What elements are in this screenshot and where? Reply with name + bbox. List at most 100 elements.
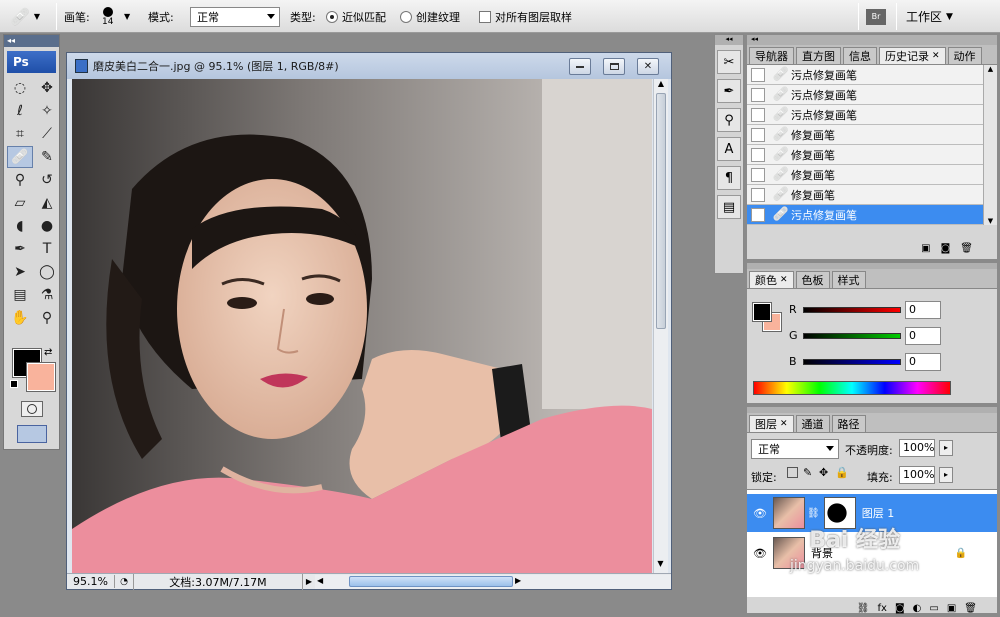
workspace-button[interactable]: 工作区 ▼ bbox=[906, 0, 953, 33]
horizontal-scrollbar[interactable]: ◀ ▶ bbox=[315, 574, 671, 589]
history-item[interactable]: 🩹 修复画笔 bbox=[747, 165, 997, 185]
scroll-down-icon[interactable]: ▼ bbox=[654, 559, 667, 573]
eraser-tool-icon[interactable]: ▱ bbox=[7, 192, 33, 214]
shape-tool-icon[interactable]: ◯ bbox=[34, 261, 60, 283]
scroll-down-icon[interactable]: ▼ bbox=[984, 217, 997, 225]
screen-mode-icon[interactable] bbox=[17, 425, 47, 443]
clone-source-icon[interactable]: ⚲ bbox=[717, 108, 741, 132]
canvas-photo[interactable] bbox=[72, 79, 652, 573]
brushes-icon[interactable]: ✒ bbox=[717, 79, 741, 103]
color-spectrum-bar[interactable] bbox=[753, 381, 951, 395]
history-item[interactable]: 🩹 修复画笔 bbox=[747, 125, 997, 145]
history-item[interactable]: 🩹 污点修复画笔 bbox=[747, 105, 997, 125]
history-checkbox[interactable] bbox=[751, 187, 765, 202]
quick-mask-icon[interactable] bbox=[21, 401, 43, 417]
brush-tool-icon[interactable]: ✎ bbox=[34, 146, 60, 168]
notes-tool-icon[interactable]: ▤ bbox=[7, 284, 33, 306]
scroll-thumb[interactable] bbox=[656, 93, 666, 329]
brush-picker[interactable]: 14 bbox=[102, 0, 113, 33]
fill-slider-button[interactable]: ▸ bbox=[939, 467, 953, 483]
type-texture-radio[interactable]: 创建纹理 bbox=[400, 0, 460, 33]
scroll-left-icon[interactable]: ◀ bbox=[317, 576, 323, 585]
healing-brush-tool-icon[interactable]: 🩹 bbox=[7, 146, 33, 168]
opacity-input[interactable]: 100% bbox=[899, 439, 935, 457]
layer-comps-icon[interactable]: ▤ bbox=[717, 195, 741, 219]
b-slider[interactable] bbox=[803, 359, 901, 365]
eyedropper-tool-icon[interactable]: ⚗ bbox=[34, 284, 60, 306]
magic-wand-tool-icon[interactable]: ✧ bbox=[34, 100, 60, 122]
g-value[interactable]: 0 bbox=[905, 327, 941, 345]
swap-colors-icon[interactable]: ⇄ bbox=[44, 347, 52, 358]
history-panel-header[interactable]: ◂◂ bbox=[747, 35, 997, 45]
pen-tool-icon[interactable]: ✒ bbox=[7, 238, 33, 260]
b-value[interactable]: 0 bbox=[905, 353, 941, 371]
marquee-tool-icon[interactable]: ◌ bbox=[7, 77, 33, 99]
status-arrow-icon[interactable]: ▶ bbox=[303, 577, 315, 586]
r-slider[interactable] bbox=[803, 307, 901, 313]
type-proximity-radio[interactable]: 近似匹配 bbox=[326, 0, 386, 33]
type-tool-icon[interactable]: T bbox=[34, 238, 60, 260]
color-fg-swatch[interactable] bbox=[752, 302, 772, 322]
zoom-level[interactable]: 95.1% bbox=[67, 575, 115, 588]
history-item[interactable]: 🩹 污点修复画笔 bbox=[747, 65, 997, 85]
mode-select[interactable]: 正常 bbox=[190, 6, 280, 27]
tab-histogram[interactable]: 直方图 bbox=[796, 47, 841, 64]
blur-tool-icon[interactable]: ◖ bbox=[7, 215, 33, 237]
status-menu-icon[interactable]: ◔ bbox=[115, 577, 133, 587]
dock-collapse-handle[interactable]: ◂◂ bbox=[715, 35, 743, 45]
character-icon[interactable]: A bbox=[717, 137, 741, 161]
new-document-from-state-icon[interactable]: ▣ bbox=[921, 243, 930, 259]
blend-mode-select[interactable]: 正常 bbox=[751, 439, 839, 459]
history-brush-tool-icon[interactable]: ↺ bbox=[34, 169, 60, 191]
history-checkbox[interactable] bbox=[751, 67, 765, 82]
fill-input[interactable]: 100% bbox=[899, 466, 935, 484]
history-scrollbar[interactable]: ▲ ▼ bbox=[983, 65, 997, 225]
tab-info[interactable]: 信息 bbox=[843, 47, 877, 64]
scroll-up-icon[interactable]: ▲ bbox=[654, 79, 668, 93]
new-snapshot-icon[interactable]: ◙ bbox=[941, 243, 951, 259]
bridge-button[interactable]: Br bbox=[866, 0, 886, 33]
g-slider[interactable] bbox=[803, 333, 901, 339]
tab-layers[interactable]: 图层 ✕ bbox=[749, 415, 794, 432]
history-item[interactable]: 🩹 污点修复画笔 bbox=[747, 85, 997, 105]
background-color-swatch[interactable] bbox=[26, 362, 56, 392]
tab-channels[interactable]: 通道 bbox=[795, 415, 830, 432]
tool-preset-picker[interactable]: 🩹 ▼ bbox=[10, 0, 40, 33]
toolbox-collapse-handle[interactable]: ◂◂ bbox=[4, 35, 59, 47]
path-selection-tool-icon[interactable]: ➤ bbox=[7, 261, 33, 283]
dodge-tool-icon[interactable]: ● bbox=[34, 215, 60, 237]
tools-preset-icon[interactable]: ✂ bbox=[717, 50, 741, 74]
tab-color[interactable]: 颜色 ✕ bbox=[749, 271, 794, 288]
tab-history[interactable]: 历史记录 ✕ bbox=[879, 47, 946, 64]
history-checkbox[interactable] bbox=[751, 87, 765, 102]
h-scroll-thumb[interactable] bbox=[349, 575, 513, 587]
clone-stamp-tool-icon[interactable]: ⚲ bbox=[7, 169, 33, 191]
close-icon[interactable]: ✕ bbox=[780, 419, 788, 429]
minimize-button[interactable] bbox=[569, 58, 591, 75]
lock-all-icon[interactable]: 🔒 bbox=[835, 466, 849, 479]
history-checkbox[interactable] bbox=[751, 147, 765, 162]
delete-state-icon[interactable]: 🗑 bbox=[960, 243, 973, 259]
history-checkbox[interactable] bbox=[751, 207, 765, 222]
hand-tool-icon[interactable]: ✋ bbox=[7, 307, 33, 329]
history-checkbox[interactable] bbox=[751, 167, 765, 182]
zoom-tool-icon[interactable]: ⚲ bbox=[34, 307, 60, 329]
default-colors-icon[interactable] bbox=[10, 380, 18, 388]
sample-all-checkbox[interactable]: 对所有图层取样 bbox=[479, 0, 572, 33]
scroll-up-icon[interactable]: ▲ bbox=[984, 65, 997, 73]
history-checkbox[interactable] bbox=[751, 127, 765, 142]
lock-position-icon[interactable]: ✥ bbox=[819, 466, 828, 479]
history-checkbox[interactable] bbox=[751, 107, 765, 122]
close-button[interactable]: ✕ bbox=[637, 58, 659, 75]
eye-icon[interactable]: 👁 bbox=[751, 544, 769, 562]
history-item[interactable]: 🩹 修复画笔 bbox=[747, 145, 997, 165]
paragraph-icon[interactable]: ¶ bbox=[717, 166, 741, 190]
close-icon[interactable]: ✕ bbox=[780, 275, 788, 285]
slice-tool-icon[interactable]: ⟋ bbox=[34, 123, 60, 145]
close-icon[interactable]: ✕ bbox=[932, 51, 940, 61]
brush-chevron-icon[interactable]: ▼ bbox=[124, 0, 130, 33]
document-title-bar[interactable]: 磨皮美白二合一.jpg @ 95.1% (图层 1, RGB/8#) ✕ bbox=[67, 53, 671, 79]
move-tool-icon[interactable]: ✥ bbox=[34, 77, 60, 99]
r-value[interactable]: 0 bbox=[905, 301, 941, 319]
history-item[interactable]: 🩹 污点修复画笔 bbox=[747, 205, 997, 225]
